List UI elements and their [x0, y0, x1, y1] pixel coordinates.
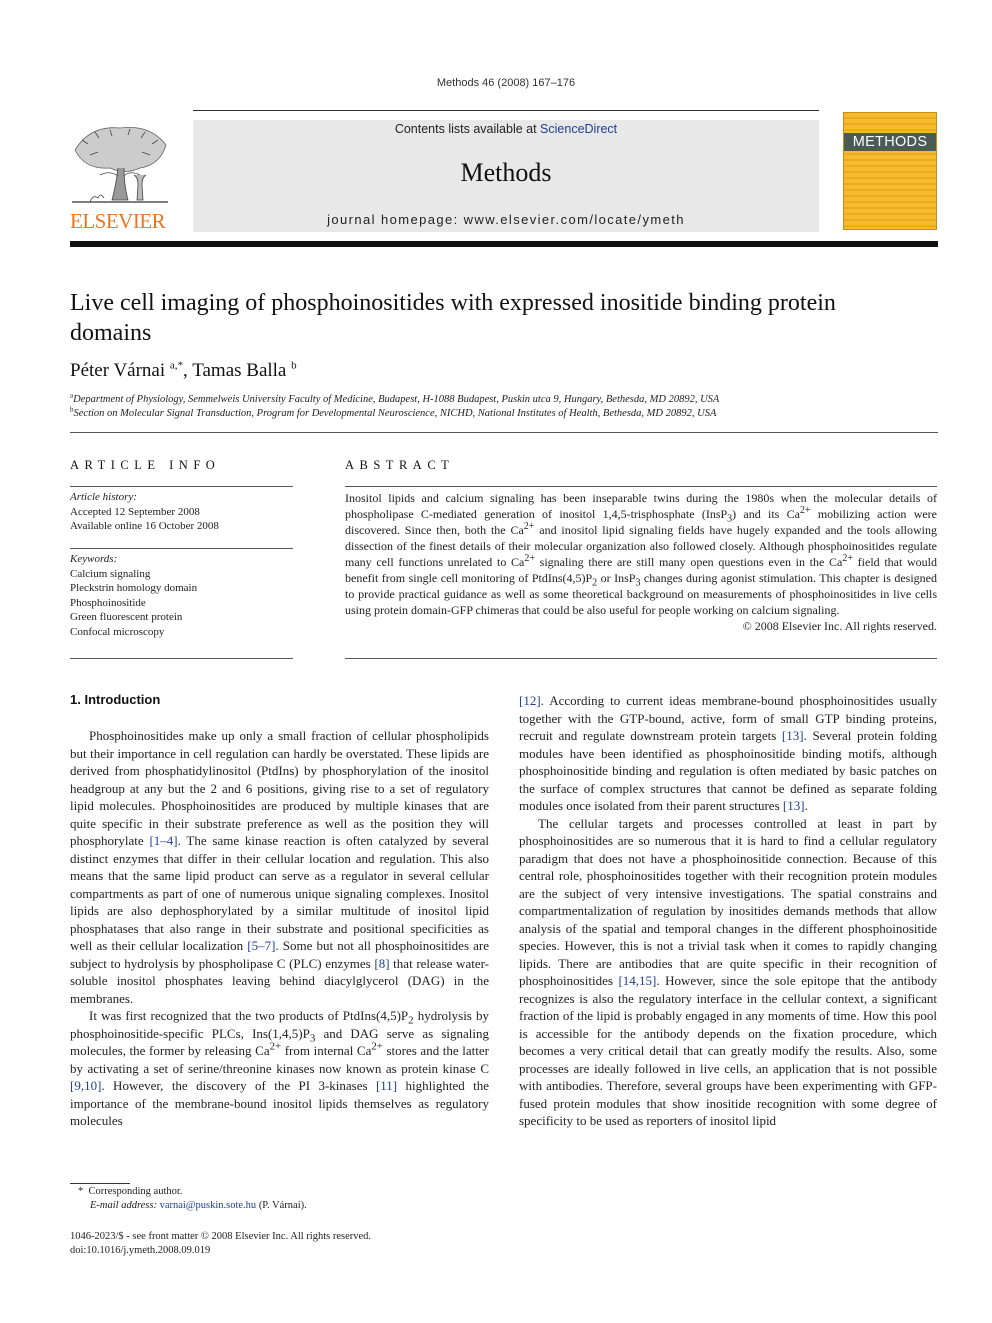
body-column-right: [12]. According to current ideas membran… — [519, 692, 937, 1217]
reference-link[interactable]: [13] — [782, 728, 804, 743]
author-marks[interactable]: b — [291, 360, 297, 372]
article-title: Live cell imaging of phosphoinositides w… — [70, 290, 836, 346]
affiliation-a: aDepartment of Physiology, Semmelweis Un… — [70, 392, 720, 405]
body-column-left: Phosphoinositides make up only a small f… — [70, 727, 489, 1167]
elsevier-tree-icon — [72, 126, 168, 203]
author-name: Péter Várnai — [70, 360, 166, 381]
reference-link[interactable]: [5–7] — [247, 938, 275, 953]
elsevier-logo[interactable]: ELSEVIER — [70, 120, 172, 232]
header-divider — [193, 110, 819, 111]
corresponding-author-footnote: * Corresponding author. E-mail address: … — [78, 1186, 307, 1211]
issn-doi-block: 1046-2023/$ - see front matter © 2008 El… — [70, 1230, 371, 1258]
article-info-bottom-divider — [70, 658, 293, 659]
reference-link[interactable]: [8] — [374, 956, 389, 971]
author-list: Péter Várnai a,*, Tamas Balla b — [70, 359, 297, 381]
article-history: Article history: Accepted 12 September 2… — [70, 490, 219, 534]
footnote-rule — [70, 1183, 130, 1184]
section-heading-introduction: 1. Introduction — [70, 692, 161, 707]
journal-banner: Contents lists available at ScienceDirec… — [193, 120, 819, 232]
journal-cover-thumbnail[interactable]: METHODS — [843, 112, 937, 230]
journal-name: Methods — [460, 158, 552, 187]
abstract-heading: ABSTRACT — [345, 458, 455, 472]
history-accepted: Accepted 12 September 2008 — [70, 505, 200, 518]
affiliation-text: Section on Molecular Signal Transduction… — [73, 408, 717, 419]
keywords-block: Keywords: Calcium signaling Pleckstrin h… — [70, 552, 197, 639]
history-online: Available online 16 October 2008 — [70, 520, 219, 532]
keywords-divider — [70, 548, 293, 549]
abstract-divider — [345, 486, 937, 487]
doi-line[interactable]: doi:10.1016/j.ymeth.2008.09.019 — [70, 1244, 371, 1258]
reference-link[interactable]: [13] — [783, 798, 805, 813]
author-marks[interactable]: a,* — [170, 360, 183, 372]
author-name: Tamas Balla — [192, 360, 287, 381]
reference-link[interactable]: [9,10] — [70, 1078, 101, 1093]
reference-link[interactable]: [12] — [519, 693, 541, 708]
keyword: Phosphoinositide — [70, 596, 146, 609]
abstract-body: Inositol lipids and calcium signaling ha… — [345, 491, 938, 633]
article-info-divider — [70, 486, 293, 487]
affiliation-b: bSection on Molecular Signal Transductio… — [70, 406, 717, 419]
reference-link[interactable]: [14,15] — [618, 973, 656, 988]
paragraph: The cellular targets and processes contr… — [519, 815, 937, 1129]
cover-title: METHODS — [844, 133, 936, 151]
keyword: Green fluorescent protein — [70, 611, 183, 623]
issn-line: 1046-2023/$ - see front matter © 2008 El… — [70, 1231, 372, 1242]
keyword: Confocal microscopy — [70, 625, 165, 638]
keyword: Pleckstrin homology domain — [70, 582, 198, 594]
contents-prefix: Contents lists available at — [394, 122, 541, 136]
header-thick-rule — [70, 241, 938, 247]
journal-homepage[interactable]: journal homepage: www.elsevier.com/locat… — [193, 212, 819, 227]
paragraph-continued: [12]. According to current ideas membran… — [519, 693, 937, 813]
reference-link[interactable]: [1–4] — [149, 833, 177, 848]
affiliation-text: Department of Physiology, Semmelweis Uni… — [73, 394, 720, 405]
contents-line: Contents lists available at ScienceDirec… — [193, 122, 819, 136]
journal-citation: Methods 46 (2008) 167–176 — [436, 77, 576, 89]
keyword: Calcium signaling — [70, 567, 151, 580]
elsevier-wordmark: ELSEVIER — [70, 209, 166, 233]
paragraph: Phosphoinositides make up only a small f… — [70, 728, 489, 1006]
abstract-bottom-divider — [345, 658, 937, 659]
email-link[interactable]: varnai@puskin.sote.hu — [160, 1200, 257, 1211]
affiliation-divider — [70, 432, 938, 433]
history-label: Article history: — [70, 491, 137, 503]
keywords-label: Keywords: — [70, 553, 118, 565]
article-info-heading: ARTICLE INFO — [70, 458, 221, 472]
abstract-copyright: © 2008 Elsevier Inc. All rights reserved… — [742, 619, 937, 633]
sciencedirect-link[interactable]: ScienceDirect — [540, 122, 617, 136]
reference-link[interactable]: [11] — [376, 1078, 397, 1093]
paragraph: It was first recognized that the two pro… — [70, 1008, 489, 1128]
